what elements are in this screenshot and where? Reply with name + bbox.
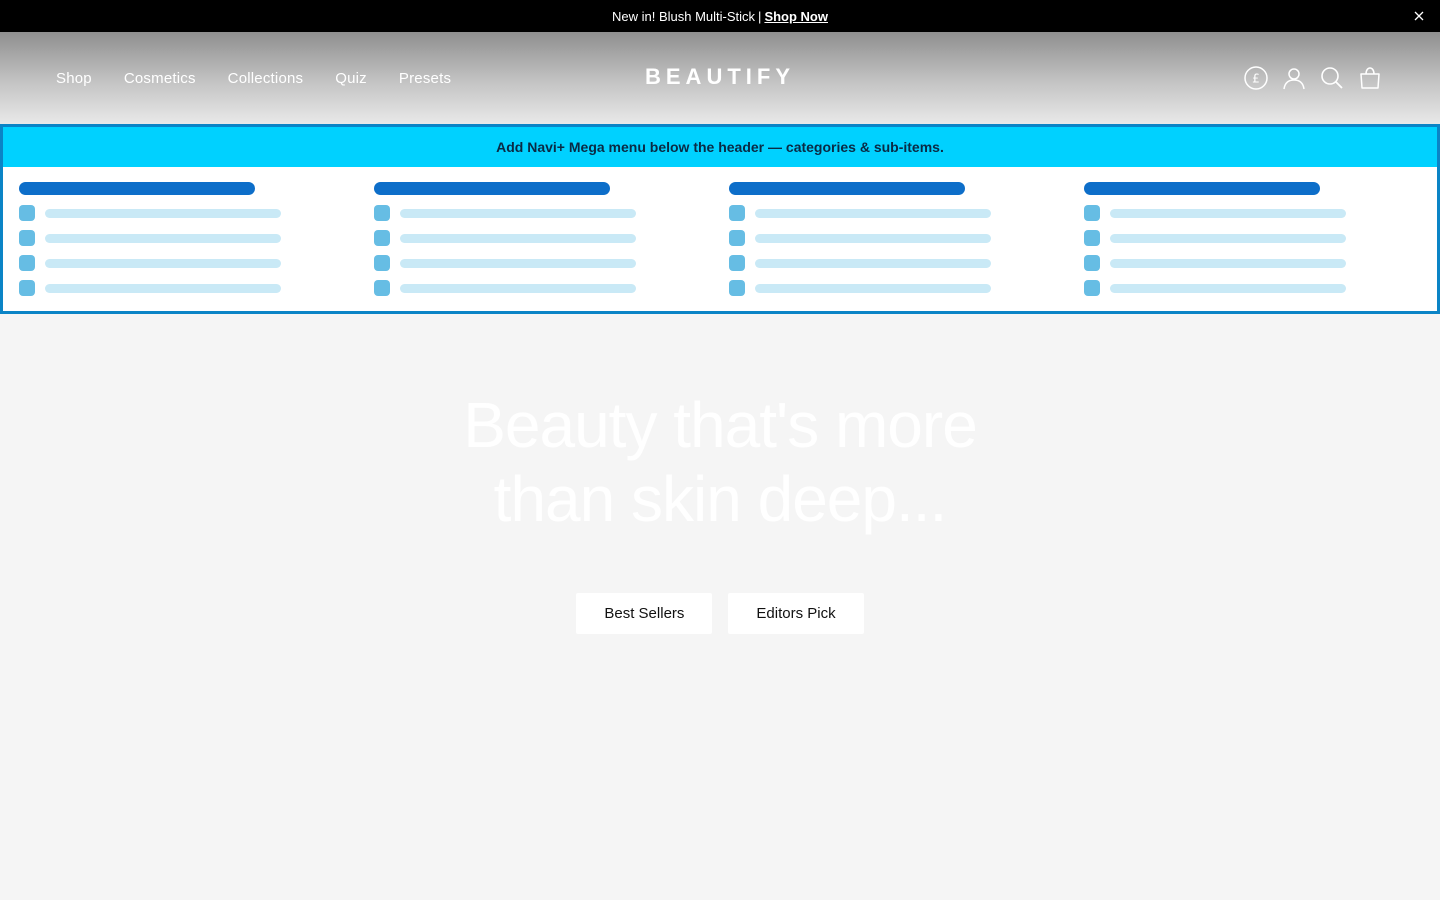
mega-subitem-placeholder [19, 280, 319, 296]
mega-subitem-placeholder [729, 205, 1029, 221]
subitem-label-placeholder [45, 283, 281, 293]
mega-subitem-placeholder [374, 255, 674, 271]
editors-pick-button[interactable]: Editors Pick [728, 593, 864, 634]
hero-heading: Beauty that's more than skin deep... [0, 388, 1440, 536]
mega-column-heading-placeholder [1084, 182, 1320, 195]
subitem-icon [729, 280, 745, 296]
subitem-label-placeholder [1110, 283, 1346, 293]
hero-line-2: than skin deep... [493, 463, 948, 535]
nav-shop[interactable]: Shop [56, 70, 92, 87]
mega-column-heading-placeholder [374, 182, 610, 195]
mega-subitem-placeholder [1084, 230, 1384, 246]
mega-subitem-placeholder [1084, 255, 1384, 271]
subitem-label-placeholder [755, 208, 991, 218]
announcement-bar: New in! Blush Multi-Stick | Shop Now [0, 0, 1440, 32]
hero-line-1: Beauty that's more [463, 389, 978, 461]
mega-subitem-placeholder [19, 205, 319, 221]
subitem-icon [374, 280, 390, 296]
mega-subitem-placeholder [729, 280, 1029, 296]
shop-now-link[interactable]: Shop Now [764, 9, 828, 24]
subitem-label-placeholder [755, 258, 991, 268]
mega-menu-columns [3, 167, 1437, 311]
header-icons: £ [1232, 64, 1384, 92]
mega-subitem-placeholder [729, 230, 1029, 246]
nav-cosmetics[interactable]: Cosmetics [124, 70, 196, 87]
subitem-icon [19, 255, 35, 271]
account-icon[interactable] [1280, 64, 1308, 92]
subitem-icon [729, 205, 745, 221]
hero-buttons: Best Sellers Editors Pick [0, 593, 1440, 634]
announcement-separator: | [758, 8, 762, 24]
best-sellers-button[interactable]: Best Sellers [576, 593, 713, 634]
mega-subitem-placeholder [1084, 280, 1384, 296]
mega-subitem-placeholder [374, 230, 674, 246]
mega-column-3 [729, 182, 1029, 296]
subitem-icon [1084, 205, 1100, 221]
mega-subitem-placeholder [19, 230, 319, 246]
subitem-label-placeholder [1110, 208, 1346, 218]
mega-menu-placeholder: Add Navi+ Mega menu below the header — c… [0, 124, 1440, 314]
subitem-icon [374, 230, 390, 246]
nav-collections[interactable]: Collections [228, 70, 304, 87]
subitem-label-placeholder [400, 208, 636, 218]
subitem-icon [374, 255, 390, 271]
subitem-icon [1084, 230, 1100, 246]
mega-subitem-placeholder [1084, 205, 1384, 221]
nav-quiz[interactable]: Quiz [335, 70, 367, 87]
cart-icon[interactable] [1356, 64, 1384, 92]
nav-presets[interactable]: Presets [399, 70, 451, 87]
mega-subitem-placeholder [374, 205, 674, 221]
close-icon[interactable] [1412, 9, 1426, 23]
mega-menu-banner: Add Navi+ Mega menu below the header — c… [3, 127, 1437, 167]
subitem-label-placeholder [400, 283, 636, 293]
search-icon[interactable] [1318, 64, 1346, 92]
subitem-icon [374, 205, 390, 221]
site-header: Shop Cosmetics Collections Quiz Presets … [0, 32, 1440, 124]
mega-column-heading-placeholder [19, 182, 255, 195]
currency-symbol: £ [1252, 72, 1260, 86]
mega-subitem-placeholder [19, 255, 319, 271]
subitem-label-placeholder [45, 233, 281, 243]
subitem-label-placeholder [755, 233, 991, 243]
mega-column-1 [19, 182, 319, 296]
subitem-icon [19, 205, 35, 221]
subitem-label-placeholder [1110, 233, 1346, 243]
subitem-label-placeholder [45, 208, 281, 218]
subitem-label-placeholder [400, 258, 636, 268]
mega-subitem-placeholder [729, 255, 1029, 271]
mega-column-4 [1084, 182, 1384, 296]
subitem-icon [19, 280, 35, 296]
subitem-label-placeholder [1110, 258, 1346, 268]
subitem-icon [1084, 255, 1100, 271]
subitem-label-placeholder [45, 258, 281, 268]
subitem-icon [729, 255, 745, 271]
main-nav: Shop Cosmetics Collections Quiz Presets [56, 32, 483, 124]
announcement-text: New in! Blush Multi-Stick [612, 8, 756, 24]
mega-column-2 [374, 182, 674, 296]
mega-subitem-placeholder [374, 280, 674, 296]
subitem-icon [729, 230, 745, 246]
subitem-label-placeholder [400, 233, 636, 243]
subitem-icon [1084, 280, 1100, 296]
subitem-label-placeholder [755, 283, 991, 293]
currency-icon[interactable]: £ [1242, 64, 1270, 92]
mega-column-heading-placeholder [729, 182, 965, 195]
subitem-icon [19, 230, 35, 246]
